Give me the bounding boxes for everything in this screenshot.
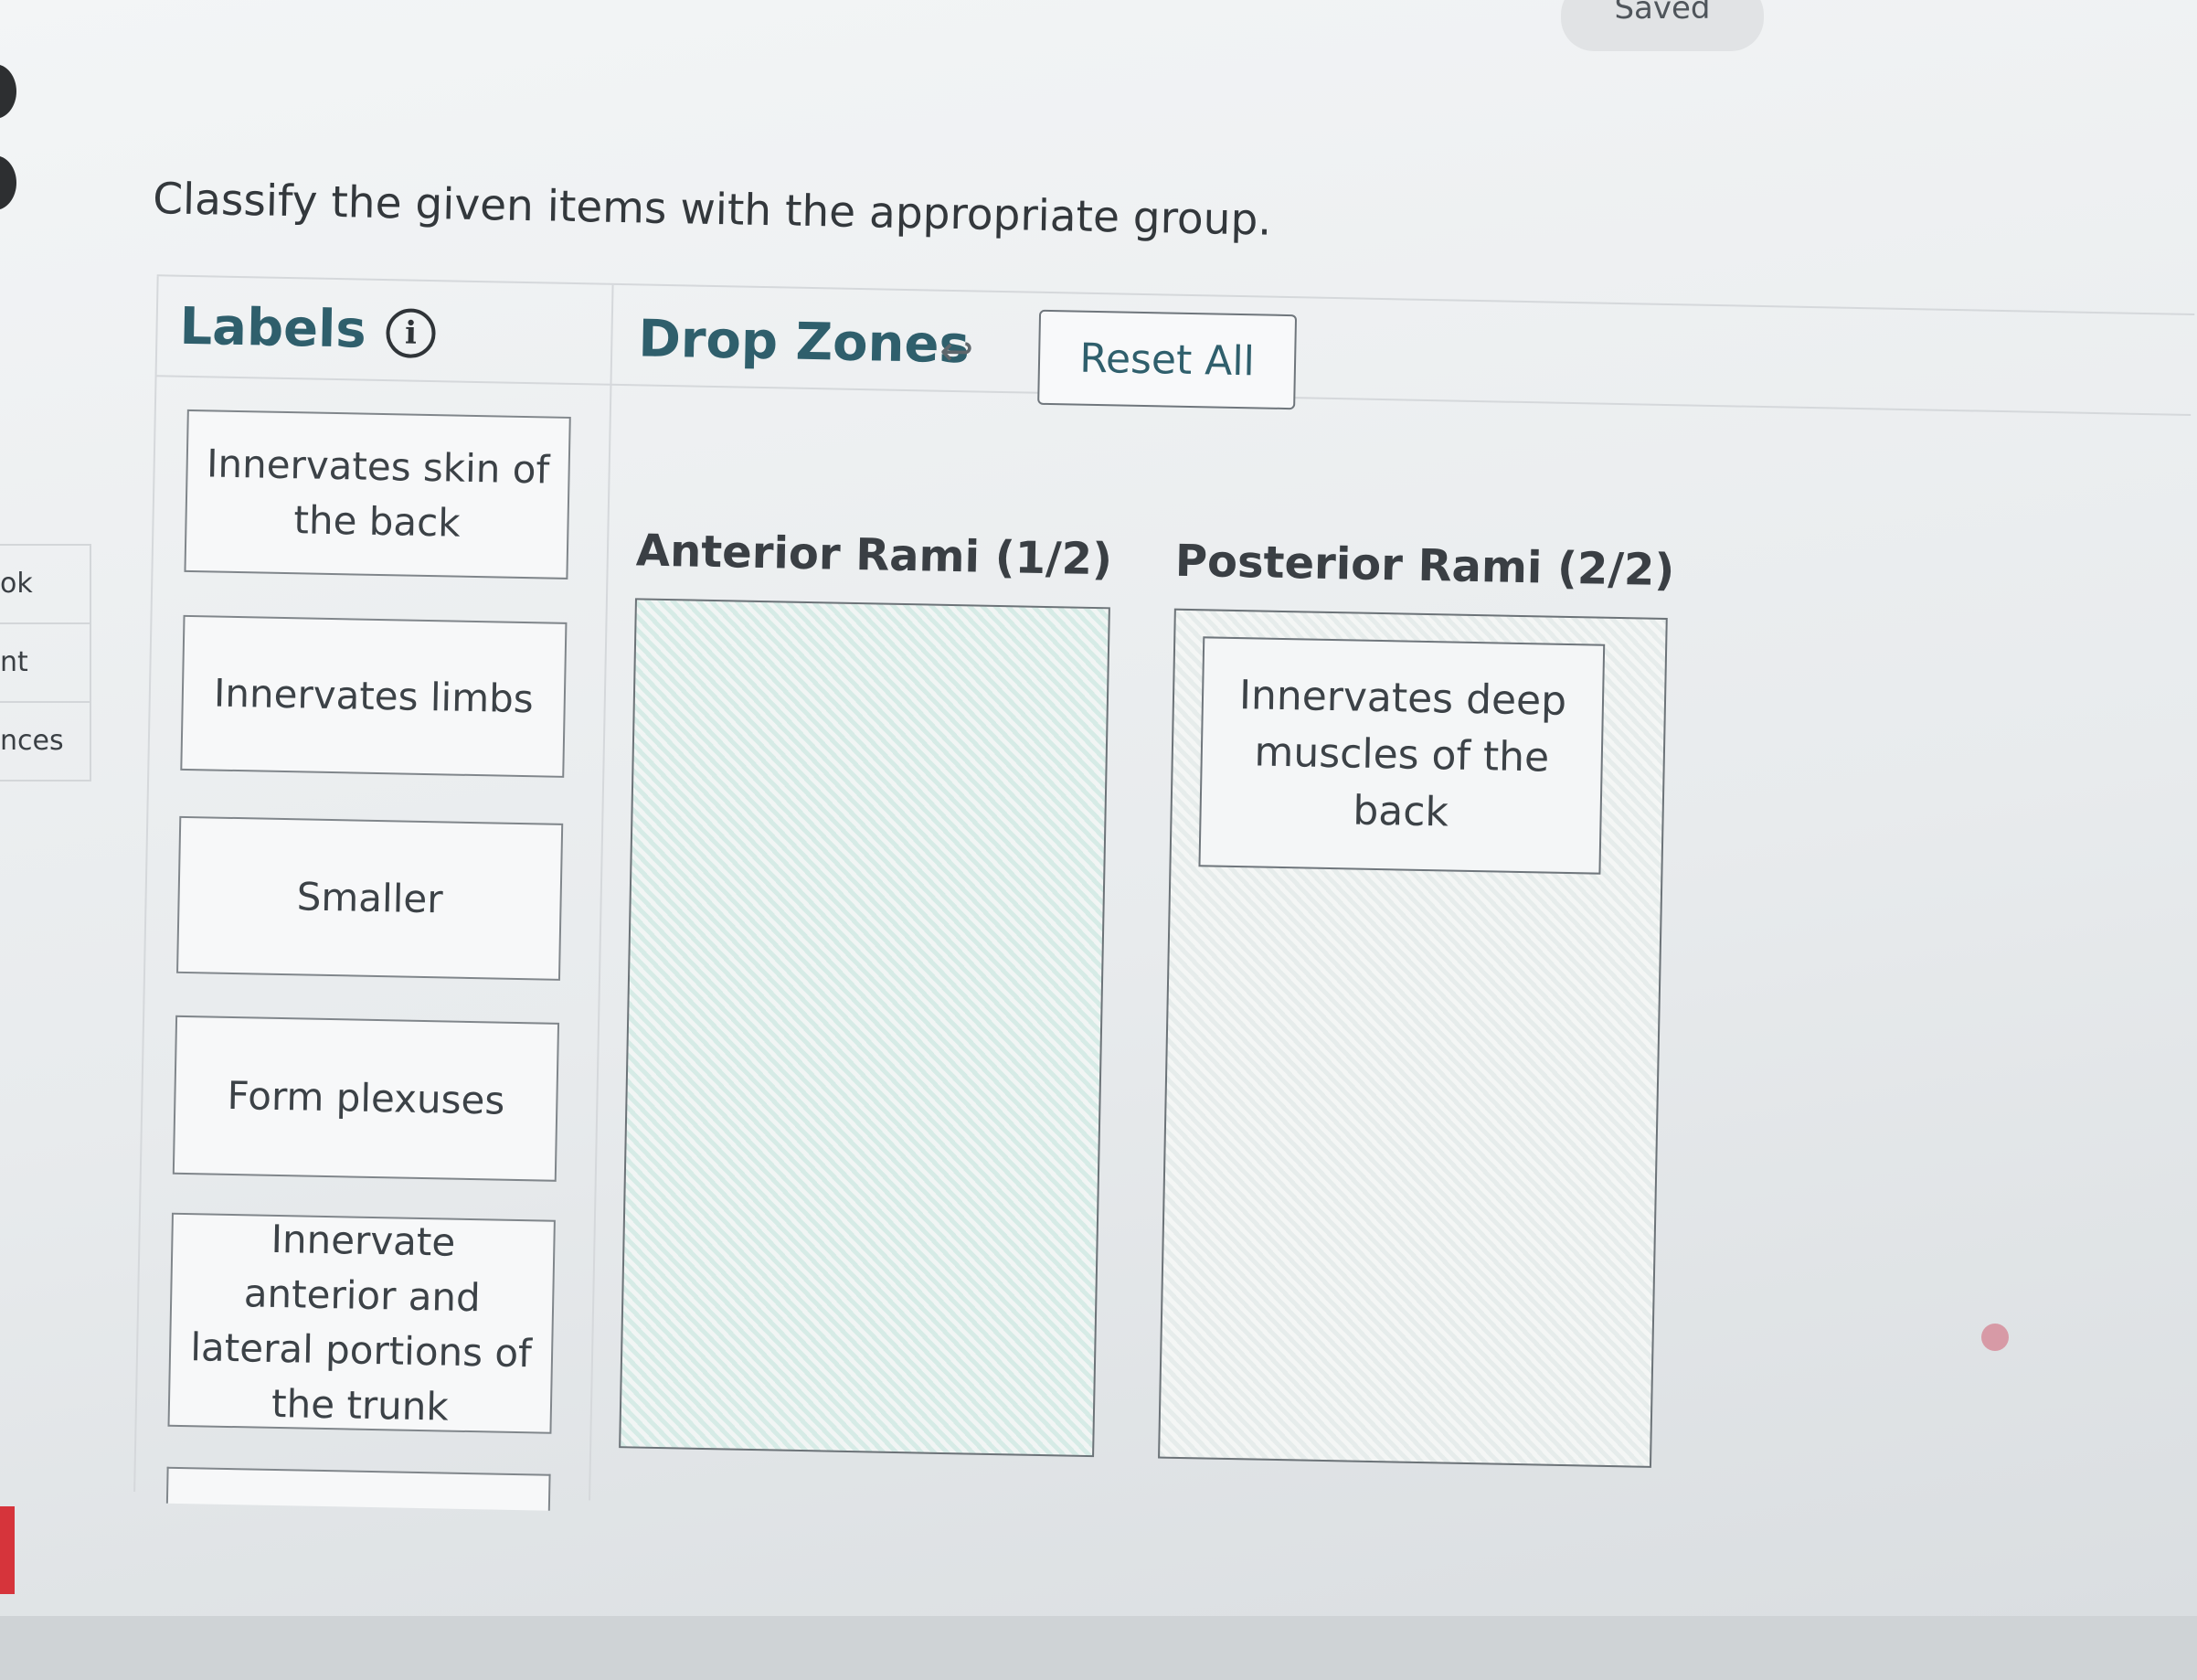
labels-title: Labels xyxy=(178,296,367,360)
labels-column: Labels i Innervates skin of the back Inn… xyxy=(133,276,614,1511)
undo-arrow-icon[interactable]: ↩ xyxy=(939,328,974,376)
saved-status-badge: Saved xyxy=(1561,0,1764,51)
label-card[interactable]: Innervates skin of the back xyxy=(184,409,571,579)
question-area: Classify the given items with the approp… xyxy=(119,165,2195,1630)
label-card-text: Form plexuses xyxy=(227,1072,505,1123)
classification-panel: Labels i Innervates skin of the back Inn… xyxy=(133,274,2195,1522)
label-card[interactable]: Smaller xyxy=(176,815,564,981)
placed-label-card-text: Innervates deep muscles of the back xyxy=(1238,672,1567,836)
sidebar-accent-tab[interactable] xyxy=(0,1506,15,1594)
zone-title-anterior: Anterior Rami (1/2) xyxy=(635,525,1113,586)
placed-label-card[interactable]: Innervates deep muscles of the back xyxy=(1198,636,1606,875)
label-card[interactable]: Innervates limbs xyxy=(180,614,568,778)
label-card-partial[interactable] xyxy=(165,1466,551,1511)
drop-zone-posterior[interactable]: Innervates deep muscles of the back xyxy=(1158,608,1668,1468)
drop-zones-title: Drop Zones xyxy=(637,309,971,376)
label-card[interactable]: Form plexuses xyxy=(172,1015,560,1182)
reset-all-button[interactable]: Reset All xyxy=(1037,309,1298,410)
labels-header: Labels i xyxy=(156,276,612,386)
screen: ok nt nces Saved Classify the given item… xyxy=(0,0,2197,1680)
label-card-text: Innervates limbs xyxy=(213,670,535,722)
zone-title-posterior: Posterior Rami (2/2) xyxy=(1174,535,1675,597)
drop-zone-anterior[interactable] xyxy=(619,598,1110,1458)
sidebar-item-references[interactable]: nces xyxy=(0,703,91,782)
sidebar-item-book[interactable]: ok xyxy=(0,546,91,624)
label-card-text: Innervates skin of the back xyxy=(206,441,550,546)
label-card[interactable]: Innervate anterior and lateral portions … xyxy=(167,1212,556,1434)
label-card-text: Smaller xyxy=(296,874,443,922)
info-circle-icon[interactable]: i xyxy=(385,308,437,359)
sidebar-avatar-secondary[interactable] xyxy=(0,155,16,210)
decorative-dot xyxy=(1981,1324,2009,1351)
question-prompt: Classify the given items with the approp… xyxy=(152,174,1272,246)
drop-zones-header: Drop Zones ↩ Reset All xyxy=(610,284,2193,416)
bottom-toolbar xyxy=(0,1616,2197,1680)
sidebar-nav: ok nt nces xyxy=(0,544,91,782)
label-card-text: Innervate anterior and lateral portions … xyxy=(189,1216,533,1430)
sidebar-item-print[interactable]: nt xyxy=(0,624,91,703)
sidebar-avatar[interactable] xyxy=(0,64,16,119)
